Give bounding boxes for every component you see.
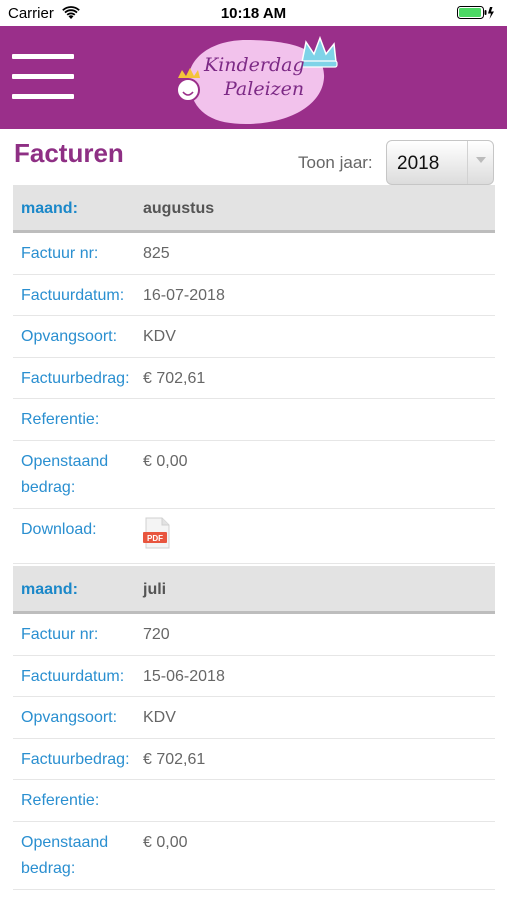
app-header: Kinderdag Paleizen [0,26,507,129]
field-value: € 702,61 [143,750,206,768]
clock: 10:18 AM [220,5,287,22]
download-label: Download: [21,520,97,538]
month-value: juli [143,581,167,598]
field-label: Referentie: [21,411,100,428]
field-value: KDV [143,709,176,726]
field-label: Opvangsoort: [21,328,118,345]
field-value: 15-06-2018 [143,667,225,685]
invoice-number-row: Factuur nr: 720 [13,614,495,656]
field-label: Openstaand bedrag: [21,452,109,496]
field-value: KDV [143,328,176,345]
field-value: € 702,61 [143,369,206,387]
download-row: Download: PDF [13,509,495,564]
field-value: 825 [143,245,170,262]
pdf-text: PDF [147,534,163,543]
month-value: augustus [143,200,215,217]
outstanding-amount-row: Openstaand bedrag: € 0,00 [13,822,495,890]
status-bar: Carrier 10:18 AM [0,0,507,26]
month-label: maand: [21,200,78,217]
field-label: Opvangsoort: [21,709,118,726]
field-value: 16-07-2018 [143,286,225,304]
month-label: maand: [21,581,78,598]
field-label: Factuur nr: [21,626,99,643]
field-label: Openstaand bedrag: [21,833,109,877]
logo: Kinderdag Paleizen [168,32,344,128]
care-type-row: Opvangsoort: KDV [13,316,495,358]
reference-row: Referentie: [13,780,495,822]
invoice-month-header: maand: augustus [13,185,495,233]
pdf-icon[interactable]: PDF [143,517,171,549]
page-title: Facturen [14,138,124,168]
invoice-amount-row: Factuurbedrag: € 702,61 [13,739,495,780]
care-type-row: Opvangsoort: KDV [13,697,495,739]
hamburger-menu-icon[interactable] [12,54,76,100]
logo-text-line1: Kinderdag [204,54,305,76]
invoice-number-row: Factuur nr: 825 [13,233,495,275]
field-value: € 0,00 [143,833,188,851]
field-label: Factuurbedrag: [21,369,130,387]
field-label: Referentie: [21,792,100,809]
battery-icon [457,6,495,25]
invoice-amount-row: Factuurbedrag: € 702,61 [13,358,495,399]
invoice-card: maand: augustus Factuur nr: 825 Factuurd… [13,185,495,564]
outstanding-amount-row: Openstaand bedrag: € 0,00 [13,441,495,509]
year-select-value: 2018 [397,153,440,174]
field-label: Factuurdatum: [21,667,125,685]
invoice-card: maand: juli Factuur nr: 720 Factuurdatum… [13,566,495,890]
invoice-date-row: Factuurdatum: 15-06-2018 [13,656,495,697]
logo-text-line2: Paleizen [224,78,305,100]
reference-row: Referentie: [13,399,495,441]
year-select[interactable]: 2018 [386,140,494,185]
field-label: Factuur nr: [21,245,99,262]
invoice-month-header: maand: juli [13,566,495,614]
field-value: 720 [143,626,170,643]
field-value: € 0,00 [143,452,188,470]
invoice-date-row: Factuurdatum: 16-07-2018 [13,275,495,316]
field-label: Factuurdatum: [21,286,125,304]
chevron-down-icon [467,141,493,184]
year-filter-label: Toon jaar: [298,153,373,172]
field-label: Factuurbedrag: [21,750,130,768]
